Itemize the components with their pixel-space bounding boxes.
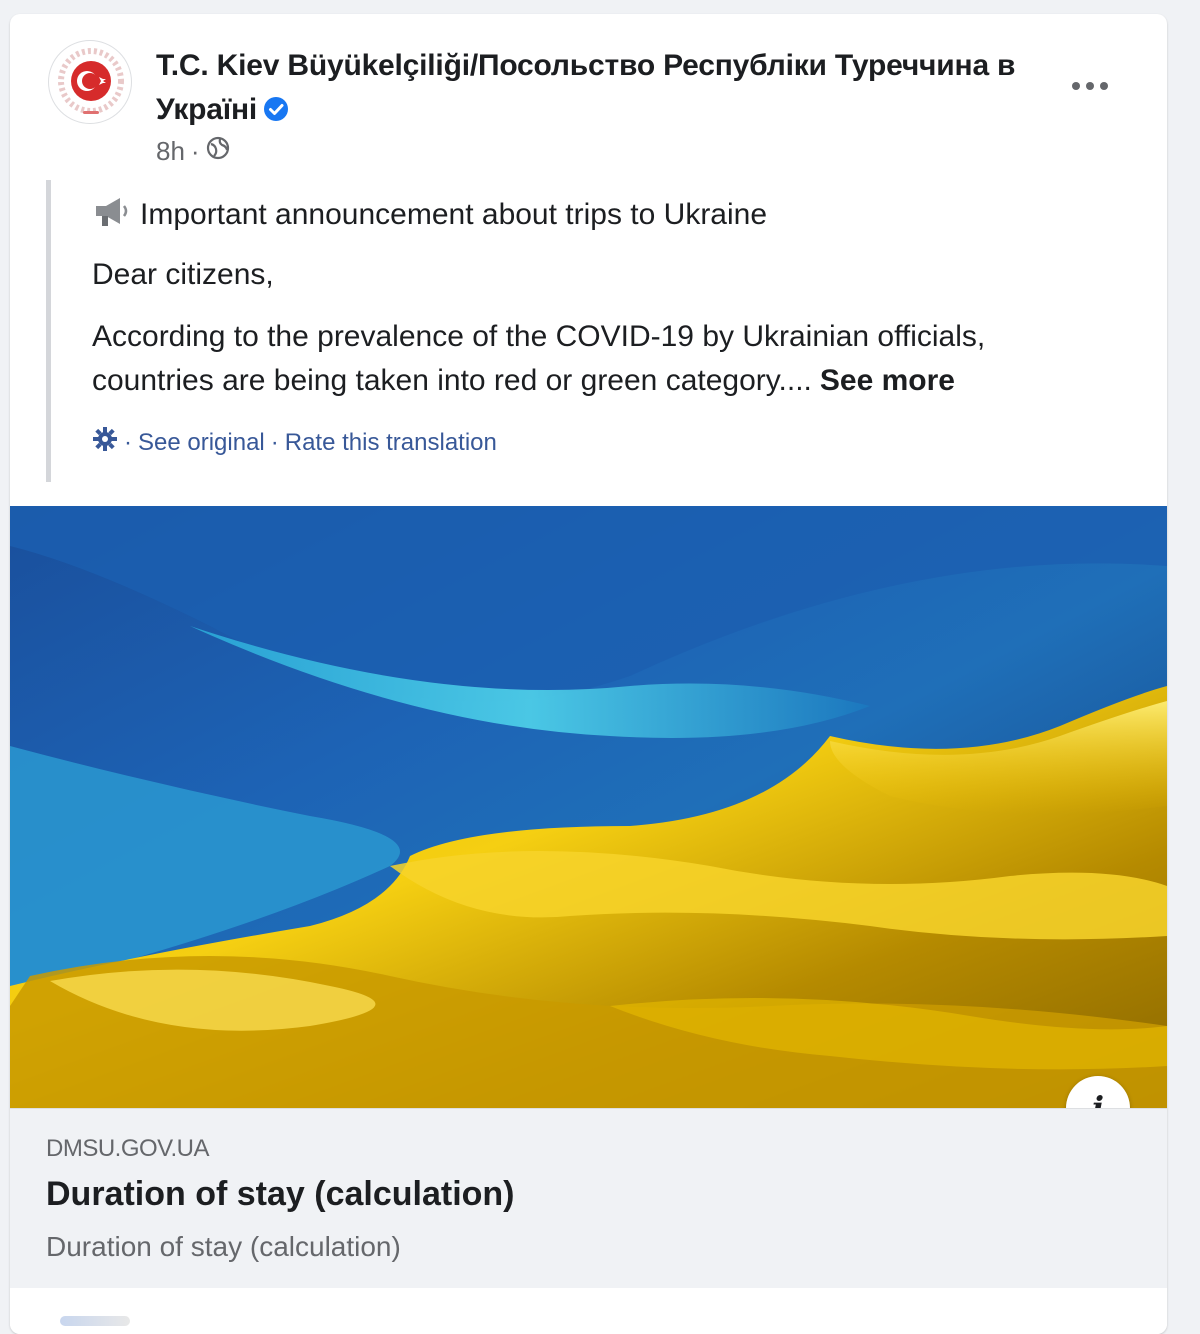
body-text-line-2-text: countries are being taken into red or gr…: [92, 364, 812, 397]
more-options-button[interactable]: [1062, 66, 1118, 106]
translation-separator: ·: [270, 428, 279, 456]
translation-separator: ·: [124, 428, 132, 456]
link-title[interactable]: Duration of stay (calculation): [46, 1175, 515, 1214]
rate-translation-link[interactable]: Rate this translation: [285, 429, 497, 457]
embassy-emblem-icon: [58, 48, 124, 114]
megaphone-icon: [92, 194, 132, 236]
page-name[interactable]: T.C. Kiev Büyükelçiliği/Посольство Респу…: [156, 44, 1016, 135]
translation-bar: · See original · Rate this translation: [92, 426, 497, 459]
post-timestamp[interactable]: 8h: [156, 136, 185, 167]
more-options-icon: [1072, 82, 1108, 90]
link-description: Duration of stay (calculation): [46, 1231, 401, 1262]
reactions-bar: [10, 1288, 1167, 1334]
link-preview[interactable]: DMSU.GOV.UA Duration of stay (calculatio…: [10, 1108, 1167, 1289]
link-domain: DMSU.GOV.UA: [46, 1135, 209, 1162]
announcement-line: Important announcement about trips to Uk…: [92, 194, 767, 236]
see-original-link[interactable]: See original: [138, 429, 265, 457]
post-card: T.C. Kiev Büyükelçiliği/Посольство Респу…: [10, 14, 1167, 1334]
body-text-line-1: According to the prevalence of the COVID…: [92, 320, 986, 353]
announcement-text: Important announcement about trips to Uk…: [140, 198, 768, 231]
ukraine-flag-image[interactable]: [10, 506, 1167, 1108]
greeting-text: Dear citizens,: [92, 258, 274, 291]
page-avatar[interactable]: [48, 40, 132, 124]
globe-icon: [206, 136, 230, 167]
meta-separator: ·: [190, 136, 200, 166]
quote-bar: [46, 180, 51, 482]
body-text-line-2: countries are being taken into red or gr…: [92, 364, 955, 398]
gear-icon[interactable]: [92, 426, 118, 459]
see-more-link[interactable]: See more: [820, 364, 955, 397]
post-meta: 8h ·: [156, 136, 230, 167]
reactions-summary[interactable]: [60, 1316, 130, 1326]
verified-badge-icon: [263, 91, 289, 135]
